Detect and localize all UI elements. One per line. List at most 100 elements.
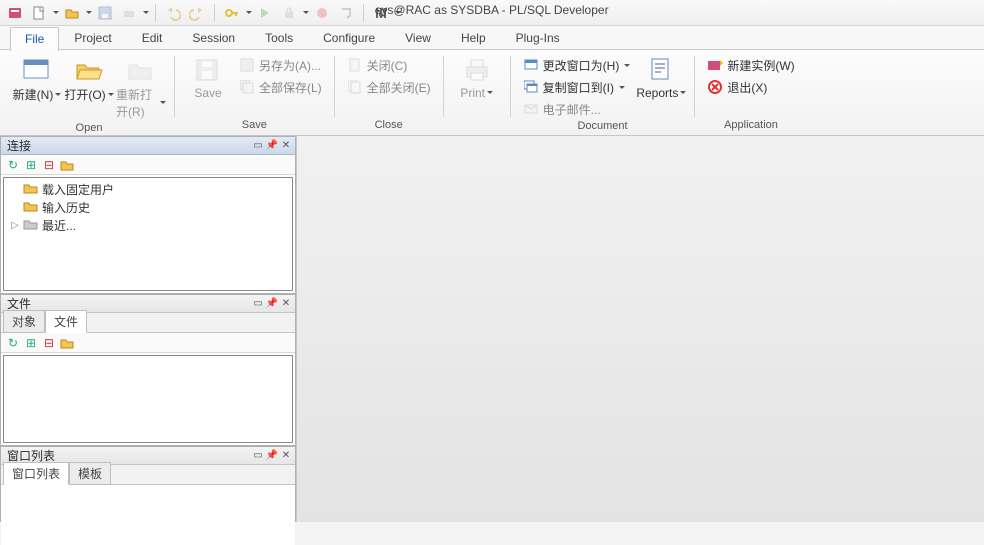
panel-windowlist: 窗口列表 ▭ 📌 ✕ 窗口列表 模板 (0, 446, 296, 522)
files-tree[interactable] (3, 355, 293, 443)
panel-connections-header[interactable]: 连接 ▭ 📌 ✕ (1, 137, 295, 155)
group-application-label: Application (703, 119, 798, 135)
windowlist-tabs: 窗口列表 模板 (1, 465, 295, 485)
folder-icon[interactable] (59, 335, 75, 351)
tab-view[interactable]: View (390, 26, 446, 50)
save-button-label: Save (194, 86, 221, 100)
panel-files-toolbar: ↻ ⊞ ⊟ (1, 333, 295, 353)
editor-area (297, 136, 984, 522)
new-file-icon[interactable] (28, 2, 50, 24)
tab-tools[interactable]: Tools (250, 26, 308, 50)
refresh-icon[interactable]: ↻ (5, 335, 21, 351)
execute-icon[interactable] (254, 2, 276, 24)
panel-dock-icon[interactable]: ▭ (251, 297, 265, 311)
group-close: 关闭(C) 全部关闭(E) Close (337, 52, 441, 135)
panel-pin-icon[interactable]: 📌 (265, 139, 279, 153)
tab-configure[interactable]: Configure (308, 26, 390, 50)
tab-templates[interactable]: 模板 (69, 462, 111, 485)
panel-pin-icon[interactable]: 📌 (265, 449, 279, 463)
tab-session[interactable]: Session (177, 26, 250, 50)
panel-dock-icon[interactable]: ▭ (251, 449, 265, 463)
tab-plugins[interactable]: Plug-Ins (501, 26, 575, 50)
panel-pin-icon[interactable]: 📌 (265, 297, 279, 311)
reports-icon (645, 56, 677, 84)
email-button[interactable]: 电子邮件... (519, 98, 635, 120)
save-button[interactable]: Save (183, 54, 233, 102)
save-as-button[interactable]: 另存为(A)... (235, 54, 326, 76)
copy-window-button[interactable]: 复制窗口到(I) (519, 76, 635, 98)
windowlist-body[interactable] (1, 485, 295, 545)
panel-close-icon[interactable]: ✕ (279, 449, 293, 463)
exit-button[interactable]: 退出(X) (703, 76, 798, 98)
expander-icon[interactable]: ▷ (10, 220, 20, 231)
new-instance-button[interactable]: 新建实例(W) (703, 54, 798, 76)
copy-window-icon (523, 79, 539, 95)
panel-close-icon[interactable]: ✕ (279, 139, 293, 153)
close-all-icon (347, 79, 363, 95)
side-panels: 连接 ▭ 📌 ✕ ↻ ⊞ ⊟ 载入固定用户 (0, 136, 297, 522)
panel-connections: 连接 ▭ 📌 ✕ ↻ ⊞ ⊟ 载入固定用户 (0, 136, 296, 294)
close-all-button[interactable]: 全部关闭(E) (343, 76, 435, 98)
open-button[interactable]: 打开(O) (64, 54, 114, 105)
tab-objects[interactable]: 对象 (3, 310, 45, 333)
open-dropdown[interactable] (85, 8, 92, 17)
print-button[interactable]: Print (452, 54, 502, 102)
tab-files[interactable]: 文件 (45, 310, 87, 333)
new-window-icon (21, 56, 53, 84)
new-file-dropdown[interactable] (52, 8, 59, 17)
reopen-button[interactable]: 重新打开(R) (116, 54, 166, 122)
collapse-icon[interactable]: ⊟ (41, 157, 57, 173)
tab-help[interactable]: Help (446, 26, 501, 50)
close-label: 关闭(C) (367, 57, 408, 74)
save-all-button[interactable]: 全部保存(L) (235, 76, 326, 98)
copy-window-drop (618, 80, 625, 94)
reports-button-label: Reports (636, 86, 686, 100)
save-disk-icon (192, 56, 224, 84)
group-application: 新建实例(W) 退出(X) Application (697, 52, 804, 135)
key-icon[interactable] (221, 2, 243, 24)
folder-icon[interactable] (59, 157, 75, 173)
new-instance-icon (707, 57, 723, 73)
reports-button[interactable]: Reports (636, 54, 686, 102)
tree-item[interactable]: 输入历史 (4, 198, 292, 216)
tab-windowlist[interactable]: 窗口列表 (3, 462, 69, 485)
new-button-label: 新建(N) (13, 86, 62, 103)
group-close-label: Close (343, 119, 435, 135)
panel-close-icon[interactable]: ✕ (279, 297, 293, 311)
lock-dropdown[interactable] (302, 8, 309, 17)
copy-window-label: 复制窗口到(I) (543, 79, 614, 96)
workspace: 连接 ▭ 📌 ✕ ↻ ⊞ ⊟ 载入固定用户 (0, 136, 984, 522)
tree-item[interactable]: ▷ 最近... (4, 216, 292, 234)
open-button-label: 打开(O) (64, 86, 113, 103)
panel-dock-icon[interactable]: ▭ (251, 139, 265, 153)
redo-icon[interactable] (186, 2, 208, 24)
expand-icon[interactable]: ⊞ (23, 335, 39, 351)
collapse-icon[interactable]: ⊟ (41, 335, 57, 351)
open-icon[interactable] (61, 2, 83, 24)
tree-item[interactable]: 载入固定用户 (4, 180, 292, 198)
lock-icon[interactable] (278, 2, 300, 24)
stop-icon[interactable] (311, 2, 333, 24)
undo-icon[interactable] (162, 2, 184, 24)
save-as-icon (239, 57, 255, 73)
print-icon[interactable] (118, 2, 140, 24)
tab-project[interactable]: Project (59, 26, 126, 50)
save-as-label: 另存为(A)... (259, 57, 321, 74)
close-button[interactable]: 关闭(C) (343, 54, 435, 76)
debug-step-icon[interactable] (335, 2, 357, 24)
change-window-button[interactable]: 更改窗口为(H) (519, 54, 635, 76)
sliders-icon[interactable] (370, 2, 392, 24)
expand-icon[interactable]: ⊞ (23, 157, 39, 173)
print-dropdown[interactable] (142, 8, 149, 17)
tab-file[interactable]: File (10, 27, 59, 51)
save-icon[interactable] (94, 2, 116, 24)
save-all-label: 全部保存(L) (259, 79, 322, 96)
refresh-icon[interactable]: ↻ (5, 157, 21, 173)
sliders-dropdown[interactable] (394, 8, 401, 17)
tab-edit[interactable]: Edit (127, 26, 178, 50)
key-dropdown[interactable] (245, 8, 252, 17)
group-save: Save 另存为(A)... 全部保存(L) Save (177, 52, 332, 135)
new-button[interactable]: 新建(N) (12, 54, 62, 105)
group-open: 新建(N) 打开(O) 重新打开(R) Open (6, 52, 172, 135)
connections-tree[interactable]: 载入固定用户 输入历史 ▷ 最近... (3, 177, 293, 291)
